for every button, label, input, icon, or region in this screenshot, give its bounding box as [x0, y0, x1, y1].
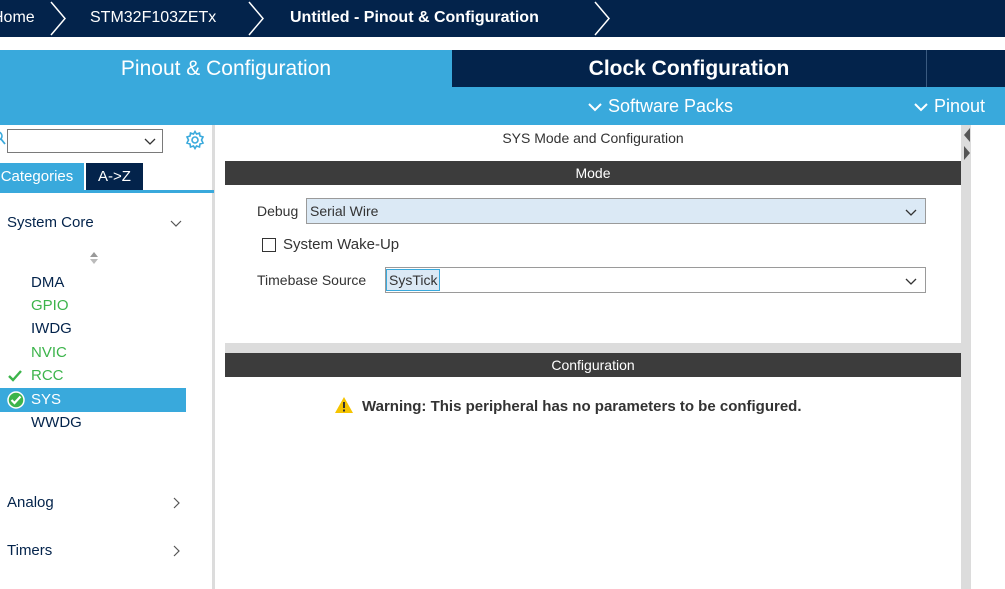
chevron-down-icon — [588, 103, 602, 112]
search-icon[interactable] — [0, 131, 6, 145]
right-splitter[interactable] — [961, 125, 971, 589]
debug-label: Debug — [257, 203, 299, 219]
search-input[interactable] — [7, 129, 163, 153]
breadcrumb-mcu[interactable]: STM32F103ZETx — [90, 0, 216, 37]
list-item-label: NVIC — [31, 344, 67, 361]
list-item-wwdg[interactable]: WWDG — [0, 411, 186, 435]
tab-overflow[interactable] — [926, 50, 1005, 87]
warning-message: Warning: This peripheral has no paramete… — [334, 396, 802, 418]
warning-icon — [335, 397, 353, 413]
system-wakeup-checkbox[interactable] — [262, 238, 276, 252]
check-icon — [8, 370, 22, 382]
chevron-down-icon — [144, 138, 156, 145]
tab-categories[interactable]: Categories — [0, 163, 84, 190]
list-item-dma[interactable]: DMA — [0, 271, 186, 295]
group-system-core[interactable]: System Core — [0, 211, 200, 235]
system-wakeup-label[interactable]: System Wake-Up — [283, 232, 399, 258]
list-item-label: GPIO — [31, 297, 69, 314]
chevron-right-icon — [173, 545, 180, 557]
list-item-label: RCC — [31, 367, 64, 384]
group-label: Analog — [7, 494, 54, 511]
tab-clock-configuration[interactable]: Clock Configuration — [452, 50, 926, 87]
left-panel-splitter[interactable] — [212, 125, 215, 589]
timebase-source-value: SysTick — [386, 269, 441, 291]
breadcrumb-current[interactable]: Untitled - Pinout & Configuration — [290, 0, 539, 37]
breadcrumb-separator-icon — [50, 1, 66, 36]
submenu-bar: Software Packs Pinout — [0, 87, 1005, 125]
chevron-down-icon — [170, 220, 182, 227]
panel-divider[interactable] — [225, 343, 961, 353]
configuration-section-header: Configuration — [225, 353, 961, 377]
circle-check-icon — [7, 391, 25, 409]
group-analog[interactable]: Analog — [0, 491, 200, 515]
group-label: System Core — [7, 214, 94, 231]
tab-pinout-configuration[interactable]: Pinout & Configuration — [0, 50, 452, 87]
sort-icon[interactable] — [89, 251, 99, 265]
debug-select[interactable]: Serial Wire — [306, 198, 926, 224]
mode-section-header: Mode — [225, 161, 961, 185]
list-item-label: IWDG — [31, 320, 72, 337]
tab-a-z[interactable]: A->Z — [86, 163, 143, 190]
list-item-gpio[interactable]: GPIO — [0, 294, 186, 318]
main-tabbar: Pinout & Configuration Clock Configurati… — [0, 37, 1005, 87]
list-item-sys[interactable]: SYS — [0, 388, 186, 412]
chevron-down-icon — [905, 209, 917, 216]
debug-select-value: Serial Wire — [310, 203, 379, 219]
list-item-nvic[interactable]: NVIC — [0, 341, 186, 365]
tabbar-spacer — [0, 37, 1005, 50]
group-timers[interactable]: Timers — [0, 539, 200, 563]
list-item-label: DMA — [31, 274, 65, 291]
group-label: Timers — [7, 542, 53, 559]
category-tabs: Categories A->Z — [0, 163, 214, 193]
chevron-right-icon — [173, 497, 180, 509]
breadcrumb-separator-icon — [248, 1, 264, 36]
warning-text: Warning: This peripheral has no paramete… — [362, 398, 802, 415]
timebase-source-label: Timebase Source — [257, 272, 367, 288]
software-packs-menu[interactable]: Software Packs — [588, 87, 733, 125]
list-item-rcc[interactable]: RCC — [0, 364, 186, 388]
gear-icon[interactable] — [185, 130, 205, 150]
breadcrumb: Home STM32F103ZETx Untitled - Pinout & C… — [0, 0, 1005, 37]
pinout-menu-label: Pinout — [934, 96, 986, 116]
pinout-menu[interactable]: Pinout — [914, 87, 985, 125]
app-window: Home STM32F103ZETx Untitled - Pinout & C… — [0, 0, 1005, 589]
list-item-label: WWDG — [31, 414, 82, 431]
chevron-down-icon — [905, 278, 917, 285]
collapse-panel-icon[interactable] — [962, 127, 972, 161]
software-packs-label: Software Packs — [608, 96, 734, 116]
list-item-label: SYS — [31, 391, 62, 408]
timebase-source-select[interactable]: SysTick — [385, 267, 926, 293]
chevron-down-icon — [914, 103, 928, 112]
breadcrumb-separator-icon — [594, 1, 610, 36]
page-title: SYS Mode and Configuration — [502, 130, 684, 146]
breadcrumb-home[interactable]: Home — [0, 0, 35, 37]
list-item-iwdg[interactable]: IWDG — [0, 317, 186, 341]
